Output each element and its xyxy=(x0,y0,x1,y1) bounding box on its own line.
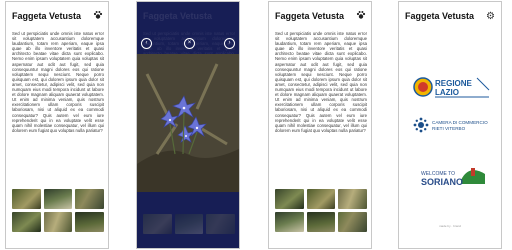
camera-commercio-logo: CAMERA DI COMMERCIO RIETI VITERBO xyxy=(413,114,491,136)
camera-logo-text-2: RIETI VITERBO xyxy=(432,126,466,131)
gallery-thumb[interactable] xyxy=(75,212,104,232)
description-text: Sed ut perspiciatis unde omnis iste natu… xyxy=(275,31,367,133)
gallery-thumb[interactable] xyxy=(12,189,41,209)
gallery-thumb[interactable] xyxy=(43,212,73,232)
gallery-grid xyxy=(275,189,367,232)
gallery-thumb xyxy=(174,214,204,234)
regione-logo-text-1: REGIONE xyxy=(435,79,473,88)
gallery-thumb xyxy=(206,214,235,234)
chevron-left-icon[interactable]: ‹ xyxy=(141,38,152,49)
phone-screen-home-scrolled: Faggeta Vetusta Sed ut perspiciatis unde… xyxy=(268,1,372,249)
regione-lazio-logo: REGIONE LAZIO xyxy=(413,74,491,100)
gallery-thumb[interactable] xyxy=(43,189,73,209)
regione-logo-text-2: LAZIO xyxy=(435,88,459,97)
app-title: Faggeta Vetusta xyxy=(12,11,82,21)
gallery-thumb[interactable] xyxy=(75,189,104,209)
welcome-soriano-logo: WELCOME TO SORIANO xyxy=(413,160,491,190)
gallery-grid xyxy=(143,214,235,234)
paw-icon[interactable] xyxy=(92,10,103,21)
gear-icon[interactable]: ⚙ xyxy=(486,11,495,22)
phone-screen-credits: Faggeta Vetusta ⚙ REGIONE LAZIO CAMERA D… xyxy=(398,1,502,249)
camera-logo-text-1: CAMERA DI COMMERCIO xyxy=(432,120,488,125)
gallery-thumb xyxy=(143,214,172,234)
app-title: Faggeta Vetusta xyxy=(275,11,345,21)
gallery-thumb[interactable] xyxy=(275,212,304,232)
description-text: Sed ut perspiciatis unde omnis iste natu… xyxy=(12,31,104,133)
phone-screen-home: Faggeta Vetusta Sed ut perspiciatis unde… xyxy=(5,1,109,249)
footer-credit: made by · brand xyxy=(439,224,461,228)
gallery-thumb[interactable] xyxy=(275,189,304,209)
gallery-thumb[interactable] xyxy=(306,189,336,209)
chevron-right-icon[interactable]: › xyxy=(224,38,235,49)
gallery-grid xyxy=(12,189,104,232)
flower-photo xyxy=(137,54,239,192)
gallery-thumb[interactable] xyxy=(338,189,367,209)
app-title: Faggeta Vetusta xyxy=(405,11,475,21)
gallery-thumb[interactable] xyxy=(306,212,336,232)
phone-screen-image-viewer: Faggeta Vetusta Sed ut perspiciatis unde… xyxy=(136,1,240,249)
welcome-logo-text-2: SORIANO xyxy=(421,177,463,187)
gallery-thumb[interactable] xyxy=(12,212,41,232)
paw-icon[interactable] xyxy=(355,10,366,21)
gallery-thumb[interactable] xyxy=(338,212,367,232)
close-icon[interactable]: × xyxy=(184,38,195,49)
